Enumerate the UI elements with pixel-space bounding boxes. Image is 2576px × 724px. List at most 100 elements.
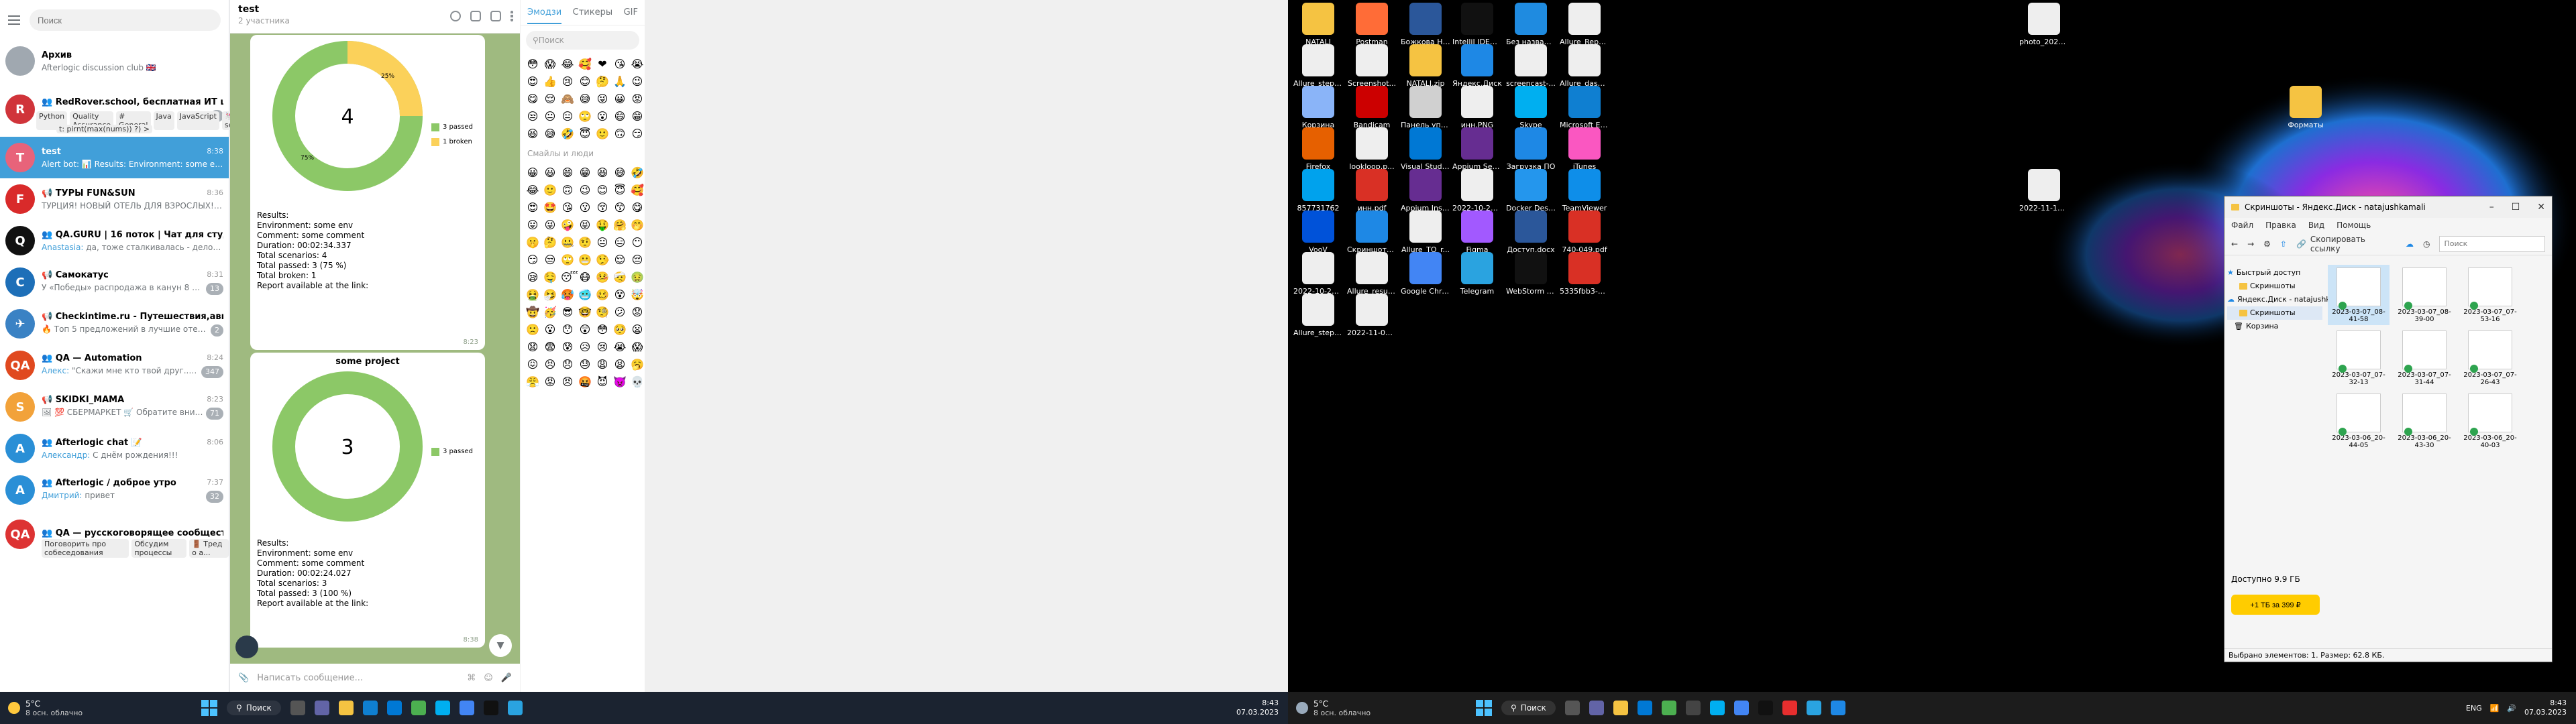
emoji-button[interactable]: 😘 bbox=[561, 201, 574, 215]
tree-quick-access[interactable]: ★ Быстрый доступ bbox=[2227, 266, 2322, 280]
emoji-button[interactable]: 🙁 bbox=[526, 323, 539, 337]
emoji-button[interactable]: 😫 bbox=[613, 358, 627, 371]
emoji-button[interactable]: 🥵 bbox=[561, 288, 574, 302]
microphone-icon[interactable]: 🎤 bbox=[501, 673, 512, 683]
emoji-button[interactable]: 😏 bbox=[631, 127, 644, 141]
desktop-icon[interactable]: Skype bbox=[1506, 86, 1556, 129]
desktop-icon[interactable]: Firefox bbox=[1293, 127, 1343, 171]
desktop-icon[interactable]: WebStorm 2021.2.2 bbox=[1506, 252, 1556, 296]
desktop-icon[interactable]: Allure_TO_r... bbox=[1401, 210, 1450, 254]
emoji-button[interactable]: 😲 bbox=[578, 323, 592, 337]
file-thumbnail[interactable]: 2023-03-06_20-40-03 bbox=[2459, 391, 2521, 451]
emoji-button[interactable]: 😌 bbox=[613, 253, 627, 267]
emoji-button[interactable]: 😗 bbox=[578, 201, 592, 215]
emoji-button[interactable]: 😔 bbox=[631, 253, 644, 267]
emoji-button[interactable]: 😅 bbox=[613, 166, 627, 180]
menu-file[interactable]: Файл bbox=[2231, 221, 2253, 230]
emoji-button[interactable]: 😀 bbox=[526, 166, 539, 180]
emoji-button[interactable]: 😣 bbox=[543, 358, 557, 371]
topic-tag[interactable]: Поговорить про собеседования bbox=[42, 539, 129, 558]
emoji-button[interactable]: 😅 bbox=[578, 93, 592, 106]
emoji-button[interactable]: 😭 bbox=[613, 341, 627, 354]
emoji-button[interactable]: 😏 bbox=[526, 253, 539, 267]
teams-icon[interactable] bbox=[1589, 701, 1604, 715]
emoji-button[interactable]: 🤣 bbox=[631, 166, 644, 180]
emoji-button[interactable]: 😁 bbox=[578, 166, 592, 180]
emoji-button[interactable]: 🙄 bbox=[561, 253, 574, 267]
menu-icon[interactable] bbox=[8, 15, 20, 25]
more-icon[interactable] bbox=[511, 11, 513, 21]
topic-tag[interactable]: Обсудим процессы bbox=[131, 539, 187, 558]
file-thumbnail[interactable]: 2023-03-07_07-26-43 bbox=[2459, 328, 2521, 388]
desktop-icon[interactable]: Bandicam bbox=[1347, 86, 1397, 129]
minimize-icon[interactable]: – bbox=[2489, 202, 2494, 213]
emoji-button[interactable]: 🥱 bbox=[631, 358, 644, 371]
start-icon[interactable] bbox=[1476, 700, 1492, 716]
desktop-icon[interactable]: IntelliJ IDEA Communit... bbox=[1452, 3, 1502, 46]
emoji-button[interactable]: 😟 bbox=[631, 306, 644, 319]
back-icon[interactable]: ← bbox=[2231, 239, 2238, 249]
volume-icon[interactable]: 🔊 bbox=[2507, 704, 2516, 713]
emoji-button[interactable]: 😴 bbox=[561, 271, 578, 284]
desktop-icon[interactable]: Корзина bbox=[1293, 86, 1343, 129]
emoji-button[interactable]: 🧐 bbox=[596, 306, 609, 319]
desktop-icon[interactable]: screencast-... bbox=[1506, 44, 1556, 88]
sidebar-toggle-icon[interactable] bbox=[490, 11, 501, 21]
settings-icon[interactable]: ⚙ bbox=[2263, 239, 2271, 249]
taskbar-search-2[interactable]: ⚲ Поиск bbox=[1501, 701, 1556, 715]
emoji-button[interactable]: 😓 bbox=[578, 358, 592, 371]
desktop-icon[interactable]: Allure_dash... bbox=[1560, 44, 1609, 88]
message-report-1[interactable]: 25% 75% 4 3 passed 1 broken Results: Env… bbox=[250, 35, 485, 350]
desktop-icon[interactable]: Allure_Repo... bbox=[1560, 3, 1609, 46]
emoji-button[interactable]: 😍 bbox=[526, 201, 539, 215]
emoji-button[interactable]: 😁 bbox=[631, 110, 644, 123]
chat-item[interactable]: Q 👥 QA.GURU | 16 поток | Чат для студент… bbox=[0, 220, 229, 261]
emoji-button[interactable]: 😎 bbox=[561, 306, 574, 319]
explorer-icon[interactable] bbox=[338, 701, 354, 715]
emoji-button[interactable]: 🙏 bbox=[613, 75, 627, 88]
emoji-button[interactable]: 😢 bbox=[561, 75, 574, 88]
tree-screenshots-quick[interactable]: Скриншоты bbox=[2227, 280, 2322, 293]
emoji-button[interactable]: 🙈 bbox=[561, 93, 574, 106]
emoji-button[interactable]: 👿 bbox=[613, 375, 627, 389]
emoji-button[interactable]: 😅 bbox=[543, 127, 557, 141]
desktop-icon[interactable]: Allure_step.png bbox=[1293, 44, 1343, 88]
task-view-icon[interactable] bbox=[290, 701, 305, 715]
emoji-button[interactable]: 😳 bbox=[526, 58, 539, 71]
emoji-button[interactable]: 😐 bbox=[543, 110, 557, 123]
comments-icon[interactable] bbox=[470, 11, 481, 21]
tab-gif[interactable]: GIF bbox=[624, 7, 638, 17]
emoji-button[interactable]: 🙂 bbox=[596, 127, 609, 141]
emoji-button[interactable]: 😃 bbox=[543, 166, 557, 180]
emoji-button[interactable]: 😩 bbox=[596, 358, 609, 371]
upload-icon[interactable]: ⇧ bbox=[2280, 239, 2287, 249]
desktop-icon[interactable]: 2022-11-03... bbox=[1347, 294, 1397, 337]
emoji-button[interactable]: 😜 bbox=[543, 219, 557, 232]
chat-item[interactable]: QA 👥 QA — Automation 8:24 Алекс: "Скажи м… bbox=[0, 345, 229, 386]
yandex-disk-icon[interactable] bbox=[1830, 701, 1845, 715]
desktop-icon[interactable]: Божкова Н.rtf bbox=[1401, 3, 1450, 46]
desktop-icon[interactable]: Docker Desktop bbox=[1506, 169, 1556, 213]
tree-trash[interactable]: 🗑 Корзина bbox=[2227, 320, 2322, 333]
emoji-button[interactable]: 🤫 bbox=[526, 236, 539, 249]
chat-item[interactable]: Архив Afterlogic discussion club 🇬🇧 bbox=[0, 40, 229, 82]
desktop-icon[interactable]: Доступ.docx bbox=[1506, 210, 1556, 254]
chat-item[interactable]: ✈ 📢 Checkintime.ru - Путешествия,авиабил… bbox=[0, 303, 229, 345]
emoji-button[interactable]: 🤢 bbox=[631, 271, 644, 284]
weather-widget-2[interactable]: 5°C 8 осн. облачно bbox=[1288, 699, 1422, 717]
emoji-button[interactable]: 🙄 bbox=[578, 110, 592, 123]
app-icon[interactable] bbox=[1661, 701, 1676, 715]
emoji-button[interactable]: 🙃 bbox=[561, 184, 574, 197]
emoji-button[interactable]: 😕 bbox=[613, 306, 627, 319]
desktop-icon[interactable]: 2022-11-14... bbox=[2019, 169, 2069, 213]
explorer-icon[interactable] bbox=[1613, 701, 1628, 715]
emoji-button[interactable]: 🤗 bbox=[613, 219, 627, 232]
emoji-button[interactable]: 😭 bbox=[631, 58, 644, 71]
desktop-icon[interactable]: 2022-10-26... bbox=[1452, 169, 1502, 213]
emoji-button[interactable]: 😂 bbox=[561, 58, 574, 71]
chat-item[interactable]: T test 8:38 Alert bot: 📊 Results: Environ… bbox=[0, 137, 229, 178]
tree-screenshots[interactable]: Скриншоты bbox=[2227, 306, 2322, 320]
emoji-button[interactable]: 🥰 bbox=[578, 58, 592, 71]
file-thumbnail[interactable]: 2023-03-07_08-41-58 bbox=[2328, 265, 2390, 325]
explorer-titlebar[interactable]: Скриншоты - Яндекс.Диск - natajushkamali… bbox=[2224, 196, 2552, 218]
